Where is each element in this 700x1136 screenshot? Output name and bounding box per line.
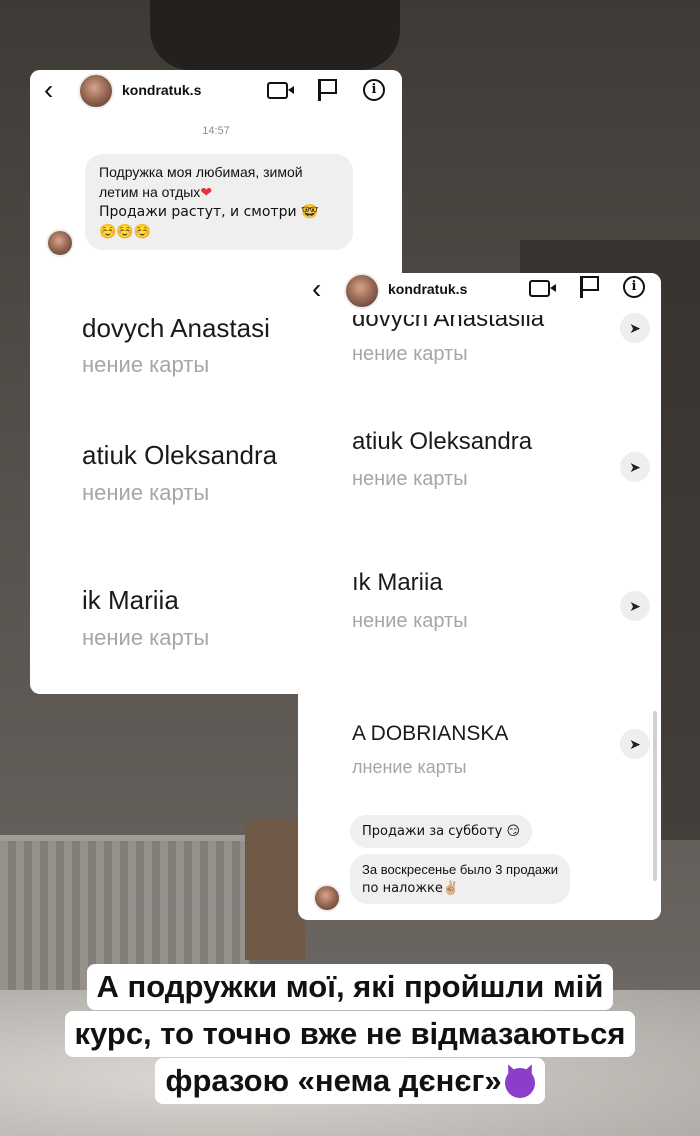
card-subtitle: нение карты bbox=[352, 343, 468, 365]
dm-screenshot-2: ‹ kondratuk.s i dovych Anastasiia нение … bbox=[298, 273, 661, 920]
message-bubble[interactable]: За воскресенье было 3 продажи по наложке… bbox=[350, 854, 571, 904]
message-text: Продажи за субботу 😏 bbox=[362, 824, 521, 839]
avatar[interactable] bbox=[344, 273, 380, 309]
message-timestamp: 14:57 bbox=[202, 125, 230, 137]
message-line: летим на отдых❤ bbox=[99, 184, 213, 200]
card-subtitle: лнение карты bbox=[352, 757, 467, 777]
message-line: по наложке✌🏼 bbox=[362, 881, 460, 896]
dm-header: ‹ kondratuk.s i bbox=[30, 70, 402, 112]
card-name: ik Mariia bbox=[82, 585, 179, 615]
message-bubble[interactable]: Подружка моя любимая, зимой летим на отд… bbox=[85, 154, 353, 250]
card-name: dovych Anastasi bbox=[82, 313, 270, 343]
share-icon[interactable]: ➤ bbox=[620, 729, 650, 759]
message-line: Подружка моя любимая, зимой bbox=[99, 164, 303, 180]
message-bubble[interactable]: Продажи за субботу 😏 bbox=[350, 815, 533, 848]
caption-line: А подружки мої, які пройшли мій bbox=[86, 964, 614, 1010]
share-icon[interactable]: ➤ bbox=[620, 591, 650, 621]
story-caption: А подружки мої, які пройшли мій курс, то… bbox=[0, 964, 700, 1104]
share-icon[interactable]: ➤ bbox=[620, 452, 650, 482]
card-name: ık Mariia bbox=[352, 569, 443, 596]
card-subtitle: нение карты bbox=[82, 480, 210, 505]
heart-emoji: ❤ bbox=[200, 184, 213, 200]
info-icon[interactable]: i bbox=[363, 79, 385, 101]
background-chair bbox=[245, 820, 305, 960]
card-name: atiuk Oleksandra bbox=[82, 440, 278, 470]
card-name-crop: dovych Anastasiia bbox=[298, 315, 598, 335]
message-line: За воскресенье было 3 продажи bbox=[362, 862, 559, 877]
share-icon[interactable]: ➤ bbox=[620, 313, 650, 343]
scrollbar[interactable] bbox=[653, 711, 657, 881]
sender-avatar[interactable] bbox=[46, 229, 74, 257]
message-line: Продажи растут, и смотри 🤓 bbox=[99, 204, 319, 220]
back-icon[interactable]: ‹ bbox=[44, 76, 53, 104]
username[interactable]: kondratuk.s bbox=[388, 281, 467, 297]
background-lamp bbox=[150, 0, 400, 70]
back-icon[interactable]: ‹ bbox=[312, 275, 321, 303]
message-line: ☺️☺️☺️ bbox=[99, 224, 152, 240]
info-icon[interactable]: i bbox=[623, 276, 645, 298]
card-subtitle: нение карты bbox=[352, 468, 468, 490]
username[interactable]: kondratuk.s bbox=[122, 82, 201, 98]
dm-header: ‹ kondratuk.s i bbox=[298, 273, 661, 315]
card-subtitle: нение карты bbox=[82, 352, 210, 377]
caption-line: курс, то точно вже не відмазаються bbox=[64, 1011, 636, 1057]
caption-line: фразою «нема дєнєг» bbox=[155, 1058, 545, 1104]
card-name: A DOBRIANSKA bbox=[352, 722, 509, 745]
flag-icon[interactable] bbox=[318, 79, 337, 101]
card-subtitle: нение карты bbox=[82, 625, 210, 650]
card-name: atiuk Oleksandra bbox=[352, 428, 533, 455]
devil-emoji-icon bbox=[504, 1067, 535, 1098]
flag-icon[interactable] bbox=[580, 276, 599, 298]
video-call-icon[interactable] bbox=[529, 280, 556, 297]
card-subtitle: нение карты bbox=[352, 610, 468, 632]
card-name: dovych Anastasiia bbox=[352, 315, 545, 332]
avatar[interactable] bbox=[78, 73, 114, 109]
video-call-icon[interactable] bbox=[267, 82, 294, 99]
sender-avatar[interactable] bbox=[313, 884, 341, 912]
